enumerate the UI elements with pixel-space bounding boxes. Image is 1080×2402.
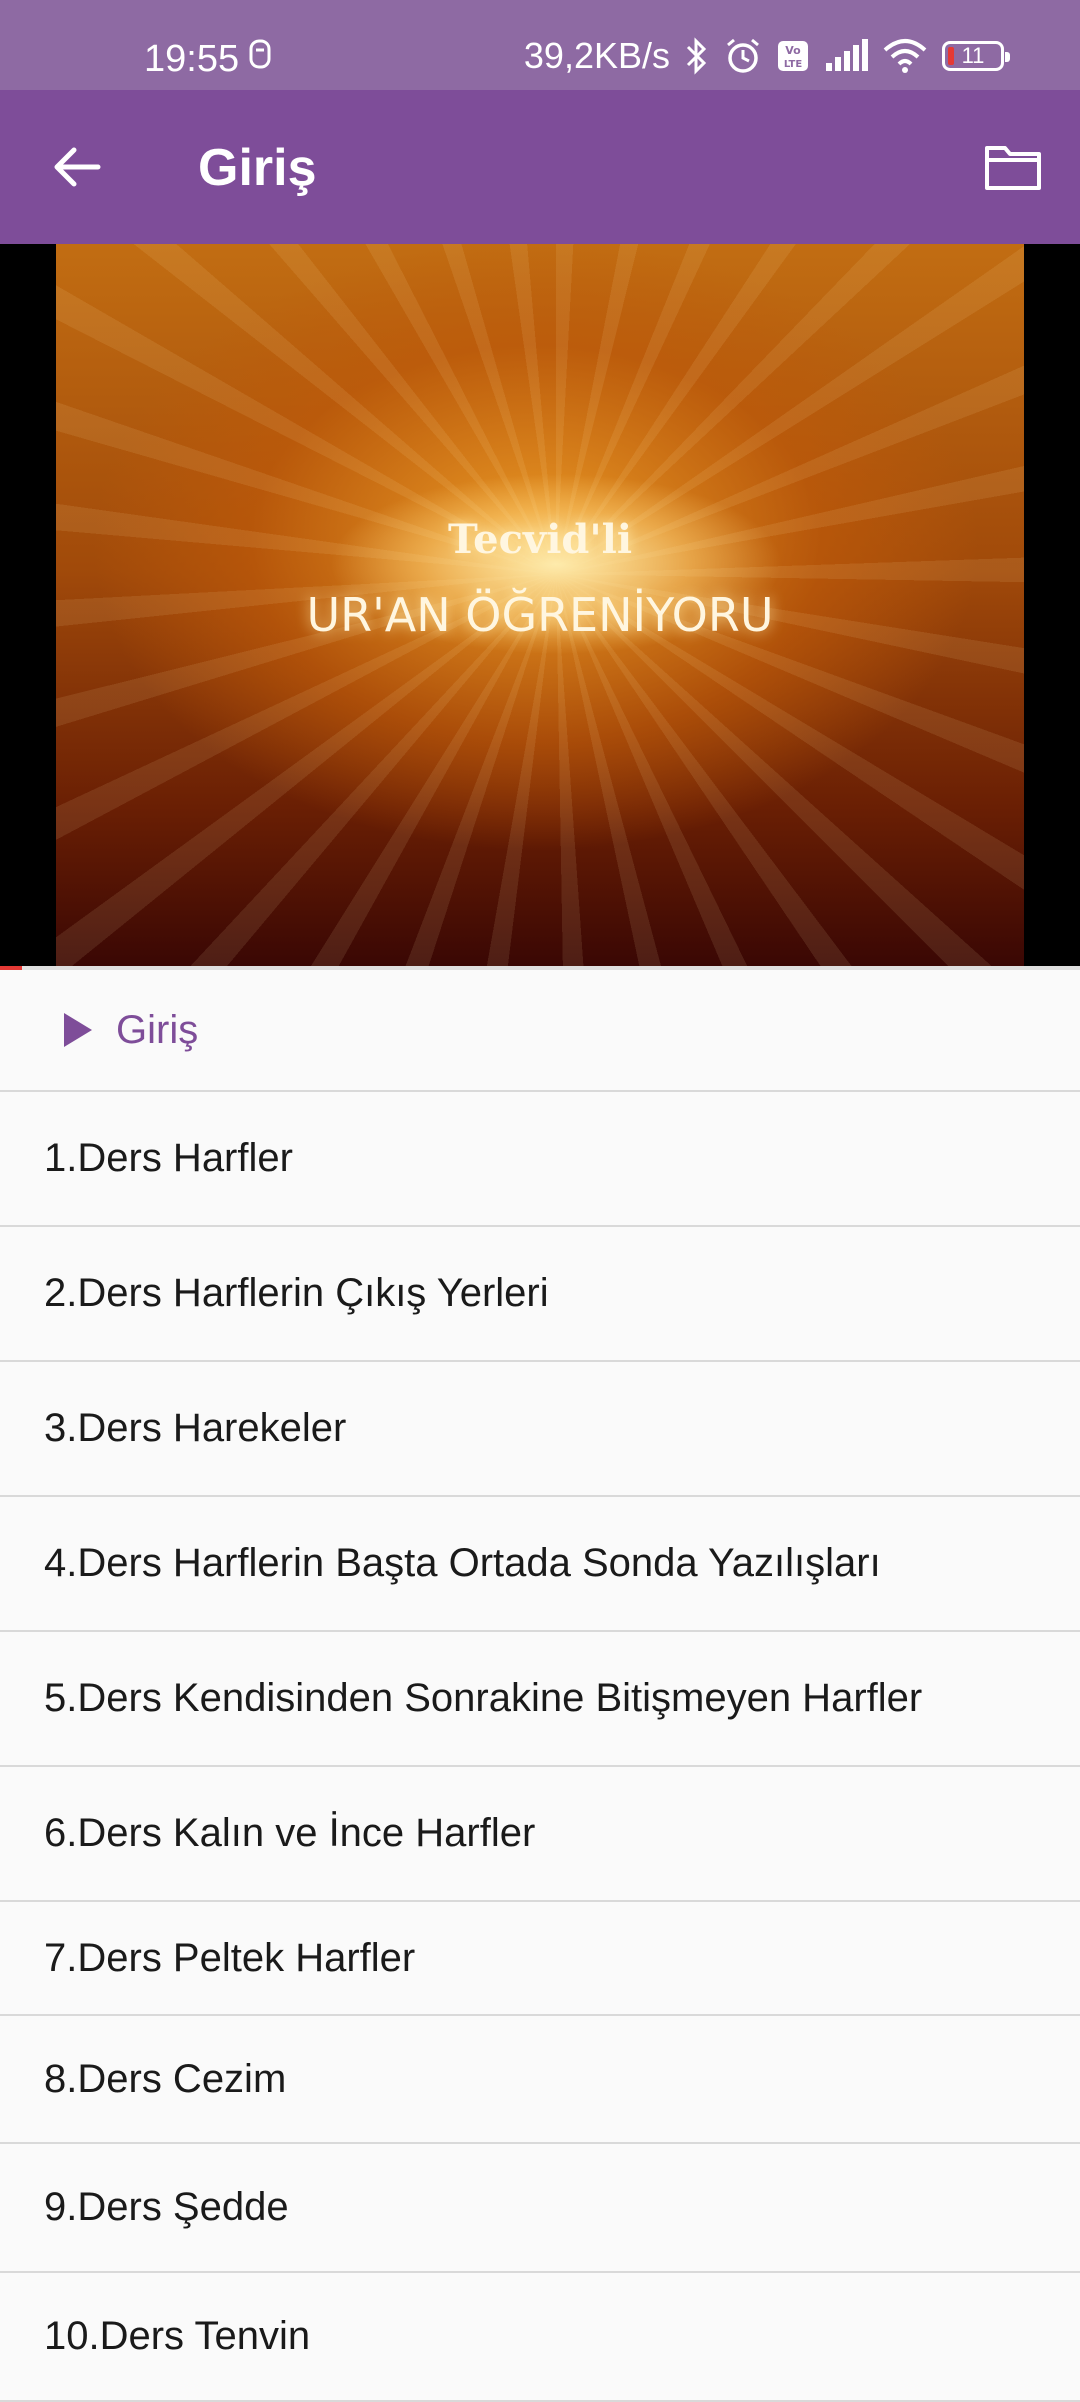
battery-text: 11: [961, 43, 985, 68]
list-item[interactable]: 1.Ders Harfler: [0, 1092, 1080, 1227]
status-bar: 19:55 39,2KB/s Vo LTE 11: [0, 0, 1080, 90]
list-item-label: Giriş: [116, 1007, 199, 1052]
lesson-list: Giriş 1.Ders Harfler 2.Ders Harflerin Çıkı…: [0, 970, 1080, 2402]
list-item-label: 10.Ders Tenvin: [44, 2314, 311, 2358]
list-item-label: 5.Ders Kendisinden Sonrakine Bitişmeyen …: [44, 1676, 923, 1720]
list-item[interactable]: 10.Ders Tenvin: [0, 2273, 1080, 2402]
wifi-icon: [883, 39, 927, 73]
status-right-group: 39,2KB/s Vo LTE 11: [523, 35, 1010, 76]
list-item[interactable]: 5.Ders Kendisinden Sonrakine Bitişmeyen …: [0, 1632, 1080, 1767]
page-title: Giriş: [198, 139, 317, 197]
app-bar: Giriş: [0, 90, 1080, 244]
list-item[interactable]: 3.Ders Harekeler: [0, 1362, 1080, 1497]
folder-button[interactable]: [978, 136, 1048, 198]
arrow-left-icon: [54, 147, 101, 187]
list-item-label: 1.Ders Harfler: [44, 1136, 293, 1180]
list-item-label: 8.Ders Cezim: [44, 2056, 287, 2101]
back-button[interactable]: [44, 134, 110, 200]
status-time: 19:55: [144, 38, 240, 80]
battery-level: [948, 47, 954, 65]
list-item[interactable]: 4.Ders Harflerin Başta Ortada Sonda Yazı…: [0, 1497, 1080, 1632]
signal-icon: [826, 39, 868, 71]
list-item[interactable]: 2.Ders Harflerin Çıkış Yerleri: [0, 1227, 1080, 1362]
battery-icon: 11: [942, 41, 1010, 71]
list-item-label: 6.Ders Kalın ve İnce Harfler: [44, 1811, 536, 1855]
network-speed: 39,2KB/s: [523, 35, 670, 76]
list-item-label: 3.Ders Harekeler: [44, 1406, 347, 1450]
volte-icon: Vo LTE: [778, 41, 808, 71]
list-item-label: 4.Ders Harflerin Başta Ortada Sonda Yazı…: [44, 1541, 881, 1585]
list-item[interactable]: 8.Ders Cezim: [0, 2016, 1080, 2144]
notification-icon: [249, 39, 271, 69]
list-item-label: 7.Ders Peltek Harfler: [44, 1935, 416, 1980]
svg-text:LTE: LTE: [784, 59, 803, 70]
list-item[interactable]: 6.Ders Kalın ve İnce Harfler: [0, 1767, 1080, 1902]
list-item-label: 9.Ders Şedde: [44, 2185, 289, 2229]
list-item[interactable]: 9.Ders Şedde: [0, 2144, 1080, 2273]
video-player[interactable]: Tecvid'li UR'AN ÖĞRENİYORU: [0, 244, 1080, 966]
video-overlay-title: Tecvid'li: [447, 516, 633, 563]
bluetooth-icon: [686, 37, 707, 75]
list-item-active[interactable]: Giriş: [0, 970, 1080, 1092]
alarm-icon: [727, 38, 759, 73]
svg-text:Vo: Vo: [785, 44, 801, 57]
list-item-label: 2.Ders Harflerin Çıkış Yerleri: [44, 1271, 549, 1315]
folder-icon: [985, 146, 1041, 190]
play-icon: [62, 1011, 96, 1049]
video-frame: Tecvid'li UR'AN ÖĞRENİYORU: [56, 244, 1024, 966]
video-overlay-subtitle: UR'AN ÖĞRENİYORU: [306, 588, 774, 642]
list-item[interactable]: 7.Ders Peltek Harfler: [0, 1902, 1080, 2016]
